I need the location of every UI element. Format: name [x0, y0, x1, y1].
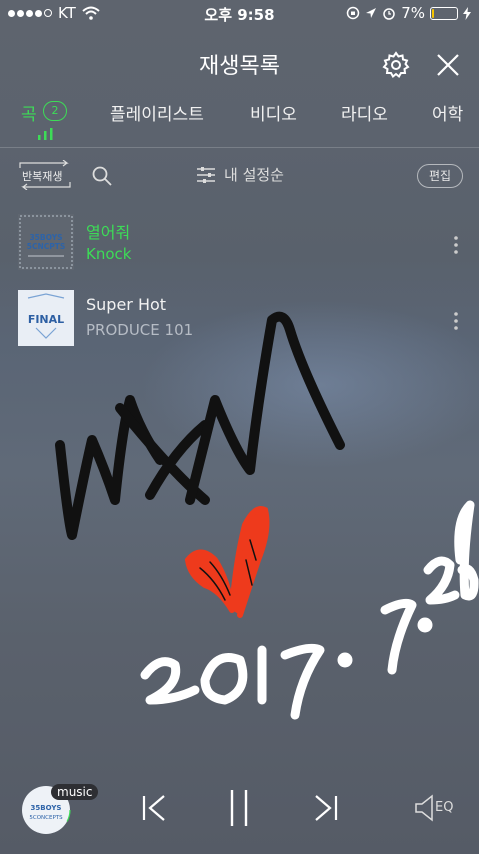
song-row[interactable]: 35BOYS 5CNCPTS 열어줘 Knock: [0, 205, 479, 279]
svg-text:FINAL: FINAL: [28, 313, 64, 326]
location-icon: [366, 8, 377, 18]
search-icon[interactable]: [91, 165, 113, 187]
battery-icon: [430, 6, 458, 20]
album-art: 35BOYS 5CNCPTS: [18, 214, 74, 270]
tab-playlists[interactable]: 플레이리스트: [110, 100, 204, 125]
song-row[interactable]: FINAL Super Hot PRODUCE 101: [0, 281, 479, 355]
status-bar: KT 오후 9:58 7%: [0, 0, 479, 26]
repeat-label: 반복재생: [22, 170, 63, 183]
previous-icon[interactable]: [138, 792, 170, 824]
status-right: 7%: [346, 4, 471, 22]
tab-bar: 곡 플레이리스트 비디오 라디오 어학: [0, 98, 479, 138]
equalizer-bars-icon: [38, 128, 53, 140]
alarm-icon: [383, 8, 395, 20]
song-artist: Knock: [86, 245, 132, 263]
album-art: FINAL: [18, 290, 74, 346]
tab-radio[interactable]: 라디오: [341, 100, 388, 125]
rotation-lock-icon: [346, 6, 360, 20]
sort-button[interactable]: 내 설정순: [196, 164, 284, 185]
sort-sliders-icon: [197, 166, 215, 183]
tab-songs[interactable]: 곡: [21, 100, 37, 125]
gear-icon[interactable]: [381, 50, 411, 80]
date-drawing: [140, 500, 479, 720]
playlist-screen: KT 오후 9:58 7% 재생목록 곡 플레이리스트 비디오 라디오 어학 2…: [0, 0, 479, 854]
charging-icon: [463, 6, 471, 20]
edit-button[interactable]: 편집: [417, 164, 463, 188]
tab-language[interactable]: 어학: [432, 100, 463, 125]
battery-percent: 7%: [401, 4, 425, 22]
sort-label: 내 설정순: [224, 166, 284, 184]
eq-button[interactable]: EQ: [414, 794, 462, 822]
song-artist: PRODUCE 101: [86, 321, 194, 339]
next-icon[interactable]: [310, 792, 342, 824]
music-source-tag: music: [51, 784, 99, 800]
tab-divider: [0, 147, 479, 148]
heart-drawing: [184, 506, 270, 618]
tab-videos[interactable]: 비디오: [250, 100, 297, 125]
eq-label: EQ: [435, 800, 454, 815]
repeat-button[interactable]: 반복재생: [17, 160, 73, 190]
pause-icon[interactable]: [223, 788, 255, 828]
svg-text:5CNCPTS: 5CNCPTS: [27, 242, 66, 251]
svg-text:35BOYS: 35BOYS: [29, 233, 62, 242]
song-title: 열어줘: [86, 223, 131, 242]
more-options-icon[interactable]: [452, 235, 460, 255]
more-options-icon[interactable]: [452, 311, 460, 331]
song-title: Super Hot: [86, 295, 167, 314]
song-count-badge: 2: [43, 101, 67, 121]
close-icon[interactable]: [433, 50, 463, 80]
